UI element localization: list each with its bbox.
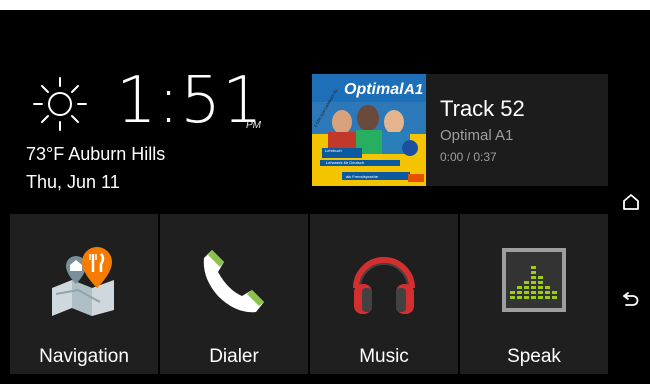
weather-location: 73°F Auburn Hills [26,144,166,164]
tile-speak[interactable]: Speak [460,214,608,374]
tile-dialer[interactable]: Dialer [160,214,308,374]
home-widgets: 1:51 PM 73°F Auburn Hills Thu, Jun 11 Op… [10,60,610,210]
clock-widget[interactable]: 1:51 PM [24,64,284,138]
top-status-strip [0,0,650,10]
sun-icon [33,77,87,131]
tile-navigation[interactable]: Navigation [10,214,158,374]
tile-label: Music [359,346,409,367]
media-card[interactable]: Optimal A1 Lehrbuch Lehrwerk für Deutsch… [312,74,608,186]
clock-ampm: PM [246,120,261,131]
app-tiles: Navigation Dialer Music Speak [10,214,608,374]
headphones-icon [353,257,415,314]
tile-label: Dialer [209,346,259,367]
track-progress: 0:00 / 0:37 [440,150,497,164]
clock-time: 1:51 [116,64,264,138]
date-label: Thu, Jun 11 [26,172,120,192]
side-nav-bar [610,0,650,384]
track-album: Optimal A1 [440,127,514,144]
home-icon[interactable] [620,191,642,213]
phone-icon [203,250,264,313]
track-title: Track 52 [440,96,525,121]
tile-label: Speak [507,346,561,367]
back-icon[interactable] [620,287,642,309]
equalizer-icon [502,248,566,312]
album-art[interactable]: Optimal A1 Lehrbuch Lehrwerk für Deutsch… [312,74,426,186]
album-art-badge: A1 [403,81,423,98]
tile-music[interactable]: Music [310,214,458,374]
navigation-map-icon [52,247,114,316]
album-art-caption: Lehrbuch [325,148,342,153]
album-art-subtitle-2: als Fremdsprache [346,174,379,179]
album-art-subtitle-1: Lehrwerk für Deutsch [326,160,364,165]
album-art-title: Optimal [344,81,404,98]
tile-label: Navigation [39,346,129,367]
